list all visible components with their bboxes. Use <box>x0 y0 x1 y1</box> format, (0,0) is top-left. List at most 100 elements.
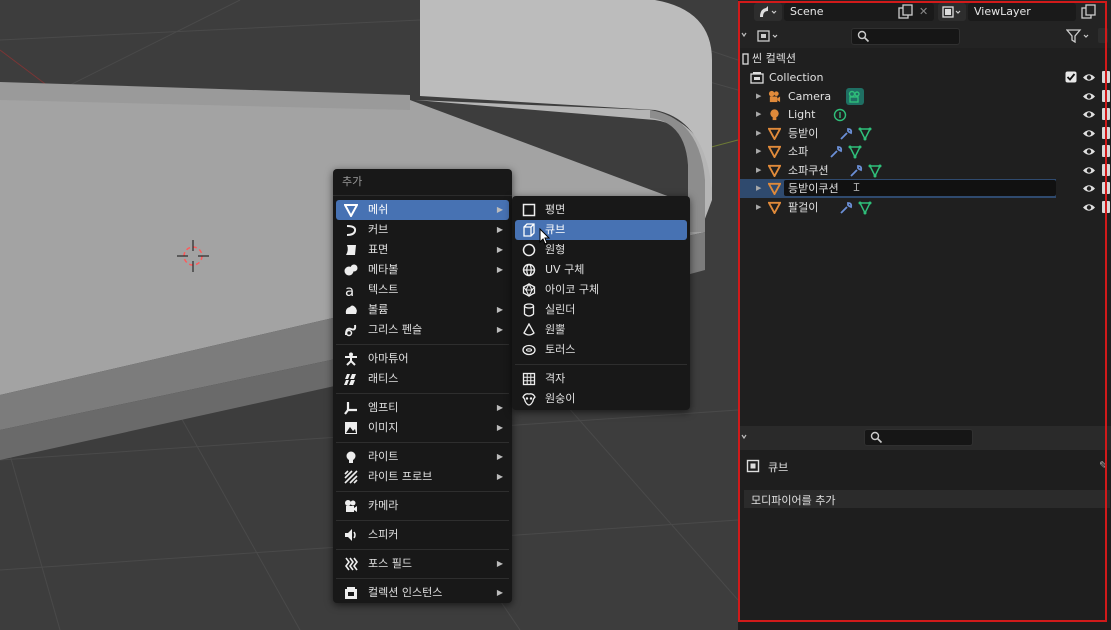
menu-item-grease-pencil[interactable]: 그리스 펜슬 ▶ <box>336 320 509 340</box>
menu-item-force-field[interactable]: 포스 필드 ▶ <box>336 554 509 574</box>
expand-arrow-icon[interactable]: ▶ <box>756 198 761 217</box>
mesh-item-uv-sphere[interactable]: UV 구체 <box>515 260 687 280</box>
submenu-arrow-icon: ▶ <box>496 245 503 254</box>
render-toggle-icon[interactable] <box>1102 127 1110 139</box>
eye-icon[interactable] <box>1082 127 1096 140</box>
submenu-arrow-icon: ▶ <box>496 225 503 234</box>
scene-collection-icon <box>742 53 749 65</box>
eye-icon[interactable] <box>1082 182 1096 195</box>
mesh-item-grid[interactable]: 격자 <box>515 369 687 389</box>
light-data-icon[interactable] <box>833 108 847 122</box>
menu-item-image[interactable]: 이미지 ▶ <box>336 418 509 438</box>
close-scene-icon[interactable]: ✕ <box>919 5 928 18</box>
menu-item-camera[interactable]: 카메라 <box>336 496 509 516</box>
expand-arrow-icon[interactable]: ▶ <box>756 161 761 180</box>
armature-icon <box>345 352 357 366</box>
menu-separator <box>336 549 509 550</box>
search-icon <box>870 431 883 444</box>
text-cursor-icon: Ｉ <box>851 181 862 194</box>
outliner-row-light[interactable]: ▶ Light <box>738 105 1111 124</box>
collapse-arrow-icon[interactable] <box>741 32 747 38</box>
menu-item-empty[interactable]: 엠프티 ▶ <box>336 398 509 418</box>
mesh-item-circle[interactable]: 원형 <box>515 240 687 260</box>
outliner-row-mesh[interactable]: ▶ 등받이 <box>738 124 1111 143</box>
render-toggle-icon[interactable] <box>1102 201 1110 213</box>
mesh-item-cube[interactable]: 큐브 <box>515 220 687 245</box>
menu-item-label: 메쉬 <box>368 203 389 216</box>
menu-item-label: 텍스트 <box>368 283 399 296</box>
camera-data-icon[interactable] <box>846 88 864 105</box>
copy-scene-icon[interactable] <box>898 4 913 19</box>
mesh-item-cone[interactable]: 원뿔 <box>515 320 687 340</box>
render-toggle-icon[interactable] <box>1102 145 1110 157</box>
outliner-row-mesh-selected[interactable]: ▶ 등받이쿠션 Ｉ <box>738 179 1111 198</box>
outliner-row-mesh[interactable]: ▶ 팔걸이 <box>738 198 1111 217</box>
eye-icon[interactable] <box>1082 108 1096 121</box>
menu-item-label: 원형 <box>545 243 566 256</box>
copy-view-layer-icon[interactable] <box>1081 4 1096 19</box>
menu-item-curve[interactable]: 커브 ▶ <box>336 220 509 240</box>
expand-arrow-icon[interactable]: ▶ <box>756 179 761 198</box>
mesh-item-ico-sphere[interactable]: 아이코 구체 <box>515 280 687 300</box>
pin-icon[interactable]: ✎ <box>1099 459 1108 472</box>
menu-item-surface[interactable]: 표면 ▶ <box>336 240 509 260</box>
scene-browse-button[interactable] <box>754 3 782 21</box>
mesh-data-icon[interactable] <box>858 127 872 141</box>
wrench-icon[interactable] <box>849 164 863 178</box>
menu-item-metaball[interactable]: 메타볼 ▶ <box>336 260 509 280</box>
mesh-item-cylinder[interactable]: 실린더 <box>515 300 687 320</box>
outliner-collection[interactable]: Collection <box>738 68 1111 87</box>
submenu-arrow-icon: ▶ <box>496 325 503 334</box>
add-modifier-button[interactable]: 모디파이어를 추가 <box>744 490 1110 508</box>
eye-icon[interactable] <box>1082 201 1096 214</box>
eye-icon[interactable] <box>1082 145 1096 158</box>
render-toggle-icon[interactable] <box>1102 90 1110 102</box>
expand-arrow-icon[interactable]: ▶ <box>756 124 761 143</box>
outliner-search-input[interactable] <box>851 28 960 45</box>
mesh-object-icon <box>768 127 781 140</box>
expand-arrow-icon[interactable]: ▶ <box>756 105 761 124</box>
mesh-item-monkey[interactable]: 원숭이 <box>515 389 687 409</box>
render-toggle-icon[interactable] <box>1102 71 1110 83</box>
menu-item-label: 커브 <box>368 223 389 236</box>
menu-item-light-probe[interactable]: 라이트 프로브 ▶ <box>336 467 509 487</box>
outliner-scene-collection[interactable]: 씬 컬렉션 <box>738 49 1111 68</box>
render-toggle-icon[interactable] <box>1102 182 1110 194</box>
expand-arrow-icon[interactable]: ▶ <box>756 87 761 106</box>
wrench-icon[interactable] <box>829 145 843 159</box>
light-probe-icon <box>344 470 358 484</box>
outliner-row-camera[interactable]: ▶ Camera <box>738 87 1111 106</box>
eye-icon[interactable] <box>1082 90 1096 103</box>
menu-item-lattice[interactable]: 래티스 <box>336 369 509 389</box>
menu-item-light[interactable]: 라이트 ▶ <box>336 447 509 467</box>
view-layer-browse-button[interactable] <box>938 3 966 21</box>
collapse-arrow-icon[interactable] <box>741 434 747 440</box>
mesh-item-torus[interactable]: 토러스 <box>515 340 687 360</box>
render-toggle-icon[interactable] <box>1102 108 1110 120</box>
properties-search-input[interactable] <box>864 429 973 446</box>
wrench-icon[interactable] <box>839 201 853 215</box>
wrench-icon[interactable] <box>839 127 853 141</box>
menu-item-armature[interactable]: 아마튜어 <box>336 349 509 369</box>
mesh-data-icon[interactable] <box>848 145 862 159</box>
mesh-item-plane[interactable]: 평면 <box>515 200 687 220</box>
cube-icon <box>523 223 535 237</box>
filter-icon[interactable] <box>1066 29 1092 43</box>
render-toggle-icon[interactable] <box>1102 164 1110 176</box>
display-mode-icon[interactable] <box>756 28 782 44</box>
object-name: Light <box>788 108 816 121</box>
menu-item-text[interactable]: a 텍스트 <box>336 280 509 300</box>
eye-icon[interactable] <box>1082 164 1096 177</box>
menu-item-mesh[interactable]: 메쉬 ▶ <box>336 200 509 220</box>
eye-icon[interactable] <box>1082 71 1096 84</box>
menu-item-volume[interactable]: 볼륨 ▶ <box>336 300 509 320</box>
mesh-data-icon[interactable] <box>868 164 882 178</box>
mesh-data-icon[interactable] <box>858 201 872 215</box>
menu-item-speaker[interactable]: 스피커 <box>336 525 509 545</box>
menu-item-collection-instance[interactable]: 컬렉션 인스턴스 ▶ <box>336 583 509 603</box>
expand-arrow-icon[interactable]: ▶ <box>756 142 761 161</box>
outliner-row-mesh[interactable]: ▶ 소파쿠션 <box>738 161 1111 180</box>
outliner-row-mesh[interactable]: ▶ 소파 <box>738 142 1111 161</box>
checkbox-checked-icon[interactable] <box>1065 71 1077 83</box>
new-collection-button[interactable] <box>1098 28 1108 43</box>
